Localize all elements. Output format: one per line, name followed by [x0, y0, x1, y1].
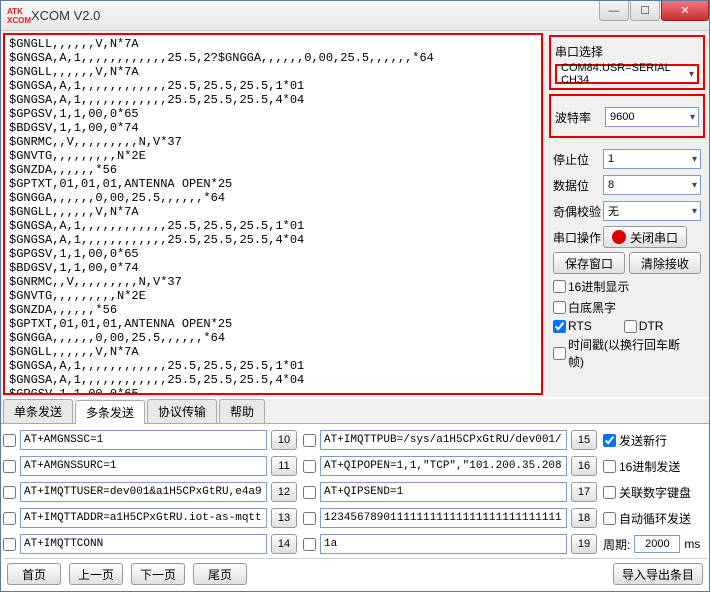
tab-single-send[interactable]: 单条发送	[3, 399, 73, 423]
send-index-button[interactable]: 11	[271, 456, 297, 476]
multi-send-panel: 10 15 发送新行 11 16 16进制发送 12 17 关联数字键盘	[1, 424, 709, 591]
send-input[interactable]	[320, 508, 567, 528]
send-enable-checkbox[interactable]	[3, 486, 16, 499]
hex-display-label: 16进制显示	[568, 278, 629, 295]
titlebar: ATK XCOM XCOM V2.0 — ☐ ✕	[1, 1, 709, 31]
dtr-label: DTR	[639, 319, 664, 333]
period-input[interactable]	[634, 535, 680, 553]
send-enable-checkbox[interactable]	[303, 434, 316, 447]
period-unit: ms	[684, 537, 700, 551]
save-window-button[interactable]: 保存窗口	[553, 252, 625, 274]
send-index-button[interactable]: 19	[571, 534, 597, 554]
send-input[interactable]	[20, 430, 267, 450]
send-input[interactable]	[320, 482, 567, 502]
send-input[interactable]	[320, 456, 567, 476]
clear-receive-button[interactable]: 清除接收	[629, 252, 701, 274]
autoloop-checkbox[interactable]	[603, 512, 616, 525]
hex-display-checkbox[interactable]	[553, 280, 566, 293]
tab-protocol[interactable]: 协议传输	[147, 399, 217, 423]
rts-label: RTS	[568, 319, 592, 333]
send-enable-checkbox[interactable]	[303, 486, 316, 499]
parity-label: 奇偶校验	[553, 203, 603, 220]
send-index-button[interactable]: 13	[271, 508, 297, 528]
import-export-button[interactable]: 导入导出条目	[613, 563, 703, 585]
autoloop-label: 自动循环发送	[619, 510, 691, 527]
prev-page-button[interactable]: 上一页	[69, 563, 123, 585]
close-port-button[interactable]: 关闭串口	[603, 226, 687, 248]
period-label: 周期:	[603, 536, 630, 553]
send-index-button[interactable]: 18	[571, 508, 597, 528]
timestamp-checkbox[interactable]	[553, 347, 566, 360]
send-enable-checkbox[interactable]	[3, 434, 16, 447]
send-enable-checkbox[interactable]	[303, 460, 316, 473]
baud-label: 波特率	[555, 109, 605, 126]
first-page-button[interactable]: 首页	[7, 563, 61, 585]
send-input[interactable]	[20, 482, 267, 502]
databits-select[interactable]: 8	[603, 175, 701, 195]
send-index-button[interactable]: 15	[571, 430, 597, 450]
databits-label: 数据位	[553, 177, 603, 194]
last-page-button[interactable]: 尾页	[193, 563, 247, 585]
send-index-button[interactable]: 17	[571, 482, 597, 502]
send-input[interactable]	[320, 430, 567, 450]
send-input[interactable]	[20, 456, 267, 476]
send-index-button[interactable]: 10	[271, 430, 297, 450]
tab-help[interactable]: 帮助	[219, 399, 265, 423]
numpad-checkbox[interactable]	[603, 486, 616, 499]
white-black-label: 白底黑字	[568, 299, 616, 316]
serial-port-group: 串口选择 COM84:USR=SERIAL CH34	[549, 35, 705, 90]
hex-send-checkbox[interactable]	[603, 460, 616, 473]
send-input[interactable]	[20, 534, 267, 554]
next-page-button[interactable]: 下一页	[131, 563, 185, 585]
baud-select[interactable]: 9600	[605, 107, 699, 127]
newline-label: 发送新行	[619, 432, 667, 449]
send-index-button[interactable]: 16	[571, 456, 597, 476]
hex-send-label: 16进制发送	[619, 458, 680, 475]
send-enable-checkbox[interactable]	[3, 460, 16, 473]
send-enable-checkbox[interactable]	[303, 512, 316, 525]
app-window: ATK XCOM XCOM V2.0 — ☐ ✕ $GNGLL,,,,,,V,N…	[0, 0, 710, 592]
terminal-output: $GNGLL,,,,,,V,N*7A $GNGSA,A,1,,,,,,,,,,,…	[3, 33, 543, 395]
timestamp-label: 时间戳(以换行回车断帧)	[568, 336, 695, 370]
port-group-title: 串口选择	[555, 43, 699, 60]
stopbits-select[interactable]: 1	[603, 149, 701, 169]
rts-checkbox[interactable]	[553, 320, 566, 333]
newline-checkbox[interactable]	[603, 434, 616, 447]
parity-select[interactable]: 无	[603, 201, 701, 221]
send-enable-checkbox[interactable]	[3, 512, 16, 525]
port-op-label: 串口操作	[553, 229, 603, 246]
close-button[interactable]: ✕	[661, 1, 709, 21]
maximize-button[interactable]: ☐	[630, 1, 660, 21]
send-index-button[interactable]: 12	[271, 482, 297, 502]
port-select[interactable]: COM84:USR=SERIAL CH34	[555, 64, 699, 84]
send-input[interactable]	[320, 534, 567, 554]
tab-multi-send[interactable]: 多条发送	[75, 400, 145, 424]
stopbits-label: 停止位	[553, 151, 603, 168]
send-enable-checkbox[interactable]	[3, 538, 16, 551]
dtr-checkbox[interactable]	[624, 320, 637, 333]
white-black-checkbox[interactable]	[553, 301, 566, 314]
tabs: 单条发送 多条发送 协议传输 帮助	[1, 399, 709, 424]
minimize-button[interactable]: —	[599, 1, 629, 21]
app-icon: ATK XCOM	[7, 7, 25, 25]
send-index-button[interactable]: 14	[271, 534, 297, 554]
baud-group: 波特率 9600	[549, 94, 705, 138]
window-title: XCOM V2.0	[31, 8, 598, 23]
send-enable-checkbox[interactable]	[303, 538, 316, 551]
numpad-label: 关联数字键盘	[619, 484, 691, 501]
send-input[interactable]	[20, 508, 267, 528]
